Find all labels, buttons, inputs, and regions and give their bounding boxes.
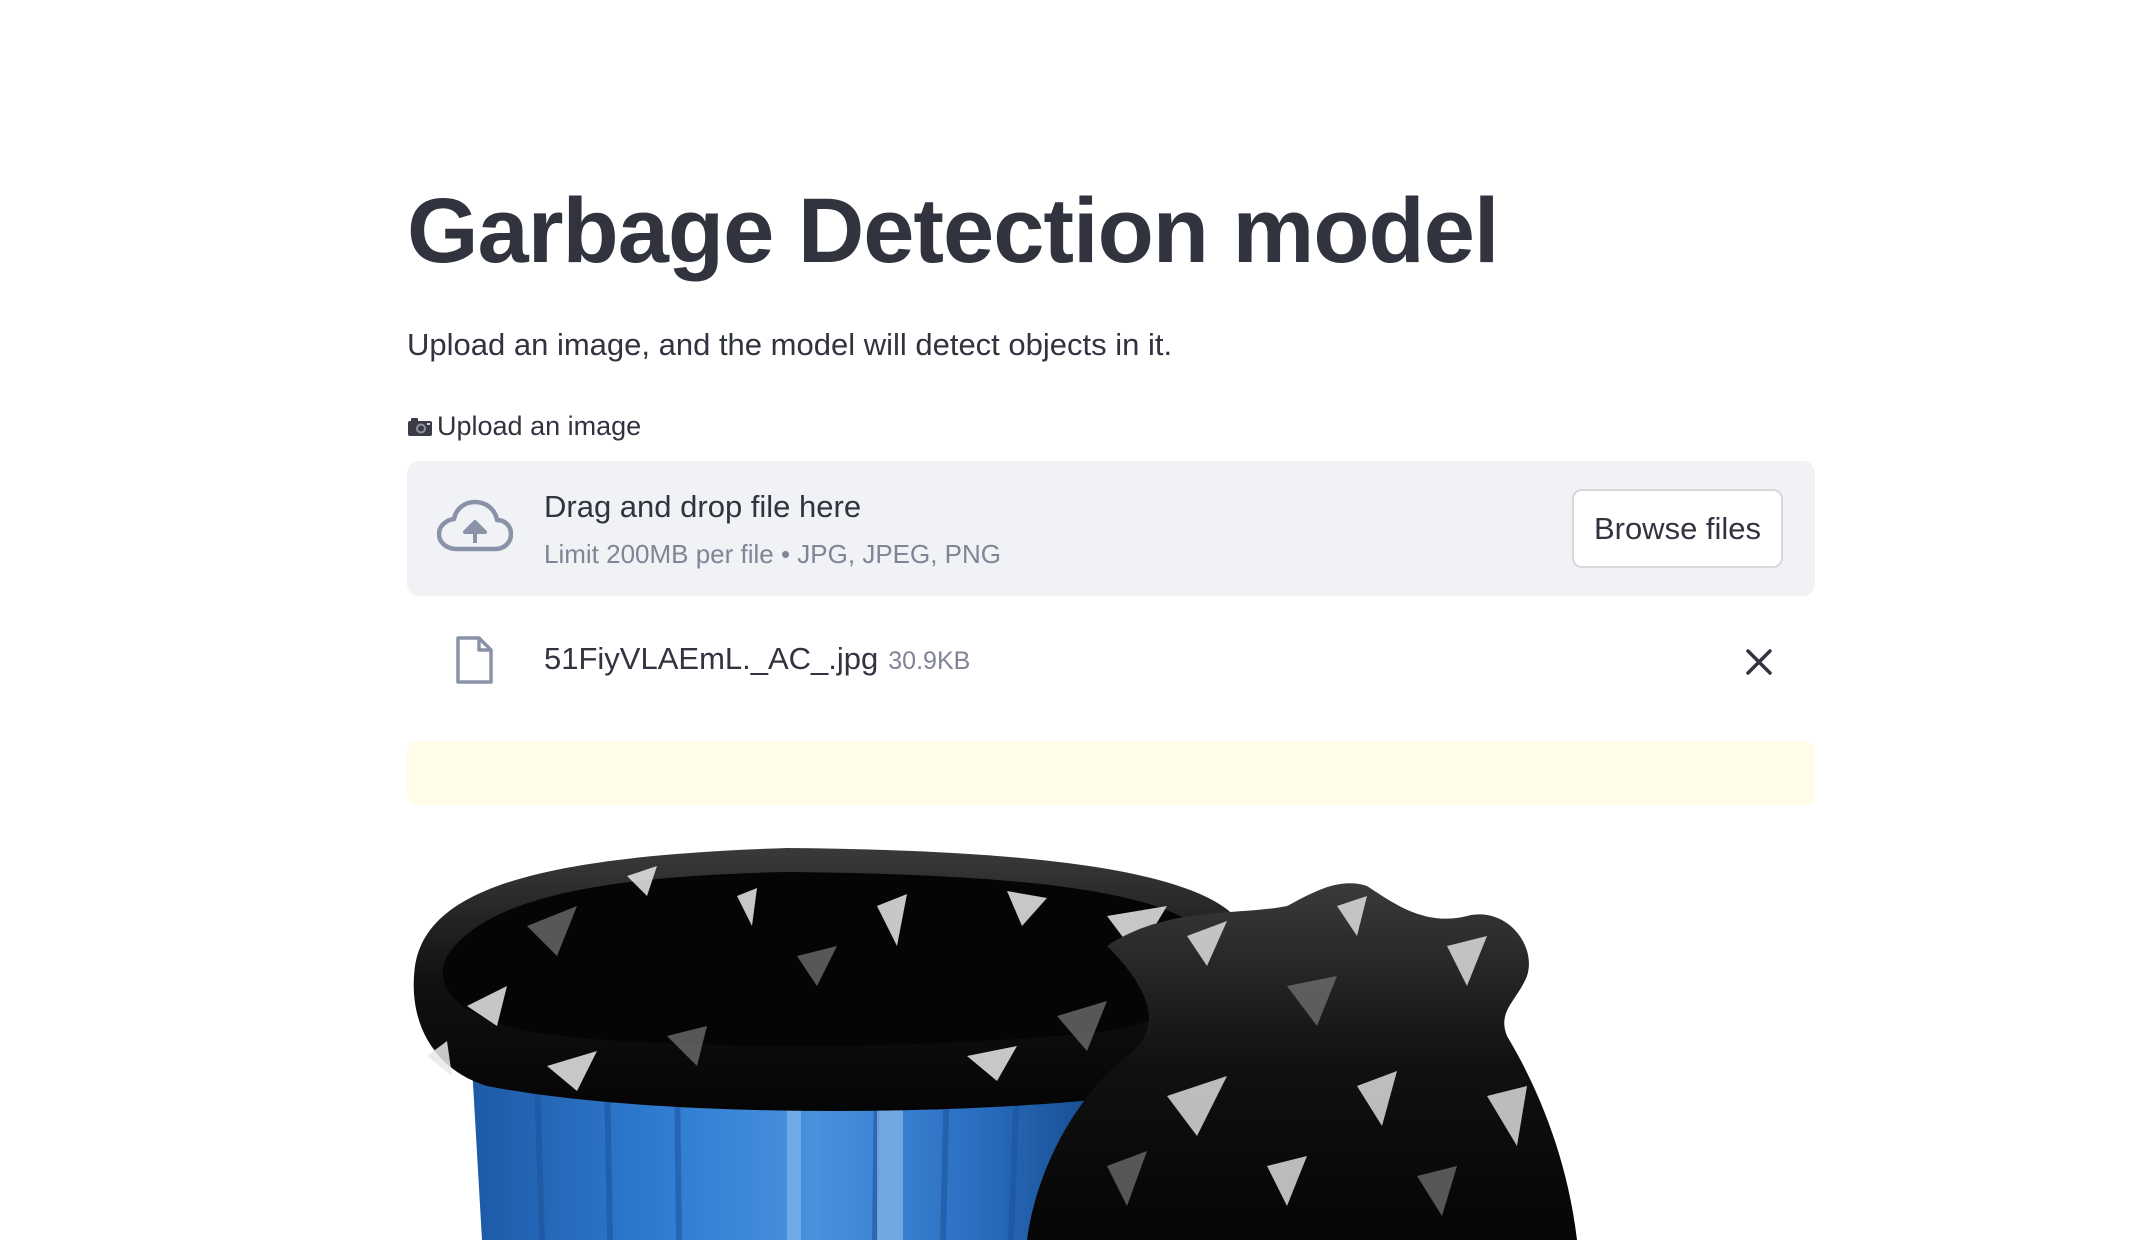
browse-files-button[interactable]: Browse files bbox=[1572, 489, 1783, 568]
camera-icon bbox=[407, 415, 433, 436]
file-icon bbox=[454, 635, 494, 685]
file-name-text: 51FiyVLAEmL._AC_.jpg bbox=[544, 641, 879, 676]
page-subtitle: Upload an image, and the model will dete… bbox=[407, 327, 1173, 362]
uploaded-file-name: 51FiyVLAEmL._AC_.jpg 30.9KB bbox=[544, 643, 970, 674]
file-dropzone[interactable]: Drag and drop file here Limit 200MB per … bbox=[407, 461, 1815, 596]
file-size: 30.9KB bbox=[888, 647, 971, 675]
uploaded-image bbox=[407, 836, 1815, 1240]
status-alert bbox=[407, 741, 1815, 805]
dropzone-title: Drag and drop file here bbox=[544, 489, 862, 524]
page-title: Garbage Detection model bbox=[407, 180, 1499, 282]
dropzone-hint: Limit 200MB per file • JPG, JPEG, PNG bbox=[544, 539, 1002, 569]
close-icon[interactable] bbox=[1739, 642, 1779, 682]
uploaded-file-row: 51FiyVLAEmL._AC_.jpg 30.9KB bbox=[407, 626, 1815, 696]
upload-label: Upload an image bbox=[407, 413, 641, 440]
upload-label-text: Upload an image bbox=[437, 411, 642, 441]
cloud-upload-icon bbox=[436, 499, 514, 555]
